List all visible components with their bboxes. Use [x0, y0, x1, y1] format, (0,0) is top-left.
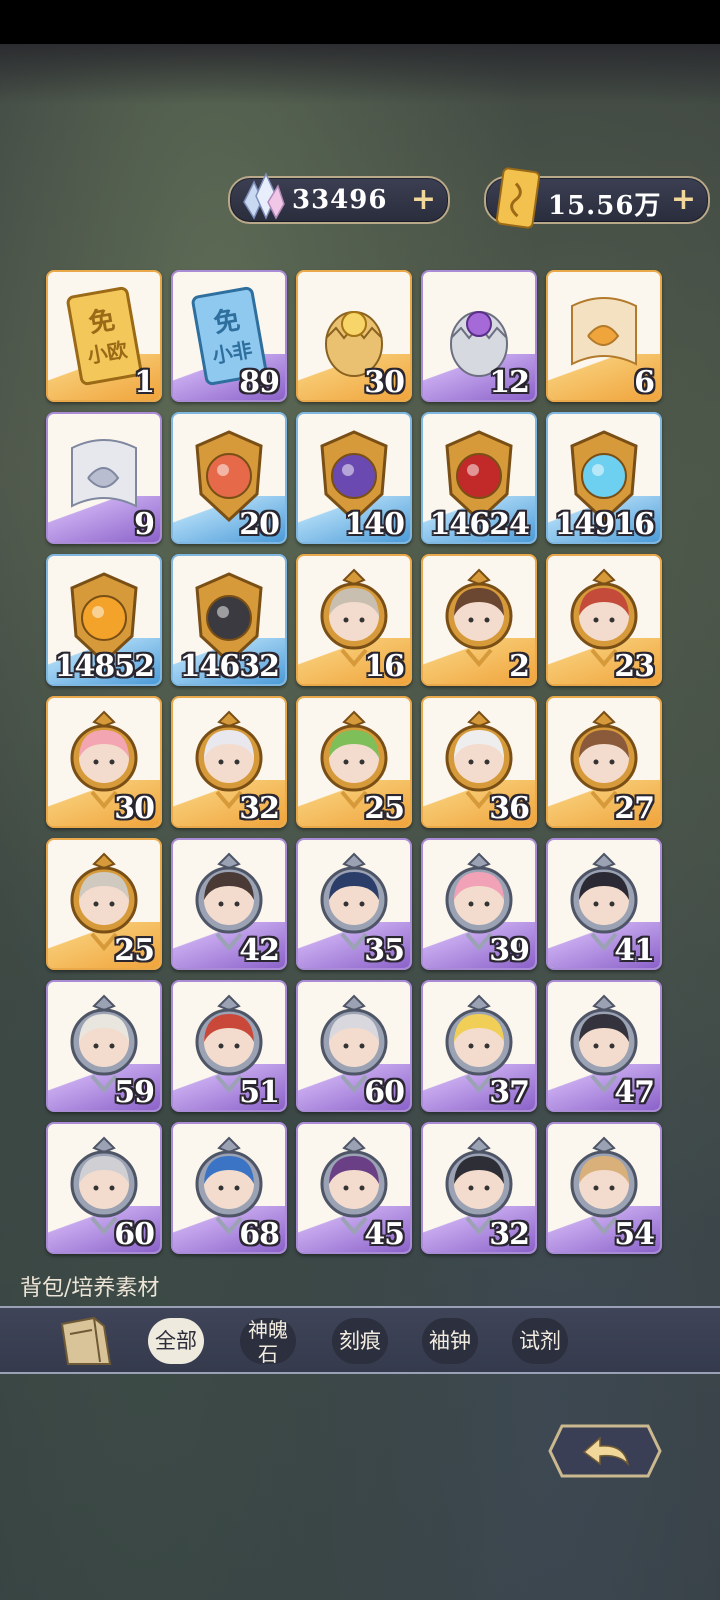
- item-count: 25: [114, 933, 155, 968]
- item-count: 59: [114, 1075, 155, 1110]
- item-count: 23: [614, 649, 655, 684]
- item-count: 6: [634, 365, 655, 400]
- svg-text:免: 免: [211, 304, 242, 339]
- breadcrumb: 背包/培养素材: [20, 1276, 160, 1301]
- inventory-item[interactable]: 36: [421, 696, 537, 828]
- item-count: 51: [239, 1075, 280, 1110]
- tab-sleeve-bells[interactable]: 袖钟: [422, 1318, 478, 1364]
- item-count: 54: [614, 1217, 655, 1252]
- inventory-item[interactable]: 51: [171, 980, 287, 1112]
- inventory-item[interactable]: 12: [421, 270, 537, 402]
- inventory-item[interactable]: 20: [171, 412, 287, 544]
- tab-soul-stone-line1: 神魄: [248, 1318, 288, 1342]
- crystal-icon: [243, 172, 285, 220]
- inventory-item[interactable]: 27: [546, 696, 662, 828]
- item-count: 14916: [554, 507, 655, 542]
- tab-soul-stone[interactable]: 神魄 石: [240, 1318, 296, 1366]
- item-count: 30: [364, 365, 405, 400]
- inventory-item[interactable]: 140: [296, 412, 412, 544]
- inventory-item[interactable]: 32: [421, 1122, 537, 1254]
- add-tickets-button[interactable]: +: [671, 182, 696, 217]
- item-count: 14624: [429, 507, 530, 542]
- item-count: 68: [239, 1217, 280, 1252]
- item-count: 12: [489, 365, 530, 400]
- top-shade: [0, 44, 720, 104]
- item-count: 9: [134, 507, 155, 542]
- item-count: 25: [364, 791, 405, 826]
- tab-soul-stone-line2: 石: [258, 1342, 278, 1366]
- add-gems-button[interactable]: +: [411, 182, 436, 217]
- inventory-item[interactable]: 39: [421, 838, 537, 970]
- inventory-item[interactable]: 免 小非 89: [171, 270, 287, 402]
- tab-reagents[interactable]: 试剂: [512, 1318, 568, 1364]
- tab-engravings[interactable]: 刻痕: [332, 1318, 388, 1364]
- inventory-item[interactable]: 9: [46, 412, 162, 544]
- inventory-item[interactable]: 6: [546, 270, 662, 402]
- item-count: 30: [114, 791, 155, 826]
- inventory-item[interactable]: 37: [421, 980, 537, 1112]
- inventory-item[interactable]: 14632: [171, 554, 287, 686]
- item-count: 39: [489, 933, 530, 968]
- item-count: 32: [489, 1217, 530, 1252]
- item-count: 60: [364, 1075, 405, 1110]
- item-count: 1: [134, 365, 155, 400]
- item-count: 45: [364, 1217, 405, 1252]
- svg-text:免: 免: [86, 304, 117, 339]
- item-count: 35: [364, 933, 405, 968]
- gem-count: 33496: [292, 185, 388, 215]
- item-count: 14852: [54, 649, 155, 684]
- status-bar: [0, 0, 720, 44]
- item-count: 60: [114, 1217, 155, 1252]
- back-button[interactable]: [548, 1424, 662, 1478]
- inventory-item[interactable]: 59: [46, 980, 162, 1112]
- item-count: 2: [509, 649, 530, 684]
- gold-ticket-icon: [495, 167, 541, 229]
- inventory-item[interactable]: 42: [171, 838, 287, 970]
- inventory-item[interactable]: 25: [46, 838, 162, 970]
- item-count: 140: [344, 507, 405, 542]
- item-count: 37: [489, 1075, 530, 1110]
- item-count: 27: [614, 791, 655, 826]
- item-count: 41: [614, 933, 655, 968]
- ticket-currency-display: 15.56万 +: [484, 167, 710, 229]
- category-tab-bar: 全部 神魄 石 刻痕 袖钟 试剂: [0, 1306, 720, 1374]
- inventory-item[interactable]: 68: [171, 1122, 287, 1254]
- item-count: 16: [364, 649, 405, 684]
- item-count: 42: [239, 933, 280, 968]
- item-count: 36: [489, 791, 530, 826]
- item-count: 14632: [179, 649, 280, 684]
- inventory-item[interactable]: 60: [296, 980, 412, 1112]
- inventory-item[interactable]: 45: [296, 1122, 412, 1254]
- item-count: 32: [239, 791, 280, 826]
- inventory-item[interactable]: 47: [546, 980, 662, 1112]
- inventory-item[interactable]: 23: [546, 554, 662, 686]
- gem-currency-display: 33496 +: [228, 172, 450, 224]
- inventory-item[interactable]: 35: [296, 838, 412, 970]
- inventory-item[interactable]: 30: [296, 270, 412, 402]
- inventory-item[interactable]: 25: [296, 696, 412, 828]
- inventory-item[interactable]: 30: [46, 696, 162, 828]
- inventory-item[interactable]: 41: [546, 838, 662, 970]
- inventory-item[interactable]: 32: [171, 696, 287, 828]
- inventory-item[interactable]: 16: [296, 554, 412, 686]
- inventory-item[interactable]: 14852: [46, 554, 162, 686]
- backpack-icon: [60, 1316, 112, 1365]
- ticket-count: 15.56万: [548, 191, 662, 221]
- item-count: 47: [614, 1075, 655, 1110]
- inventory-item[interactable]: 2: [421, 554, 537, 686]
- item-count: 89: [239, 365, 280, 400]
- inventory-item[interactable]: 54: [546, 1122, 662, 1254]
- inventory-item[interactable]: 14624: [421, 412, 537, 544]
- inventory-item[interactable]: 14916: [546, 412, 662, 544]
- tab-all[interactable]: 全部: [148, 1318, 204, 1364]
- item-count: 20: [239, 507, 280, 542]
- inventory-item[interactable]: 60: [46, 1122, 162, 1254]
- inventory-item[interactable]: 免 小欧 1: [46, 270, 162, 402]
